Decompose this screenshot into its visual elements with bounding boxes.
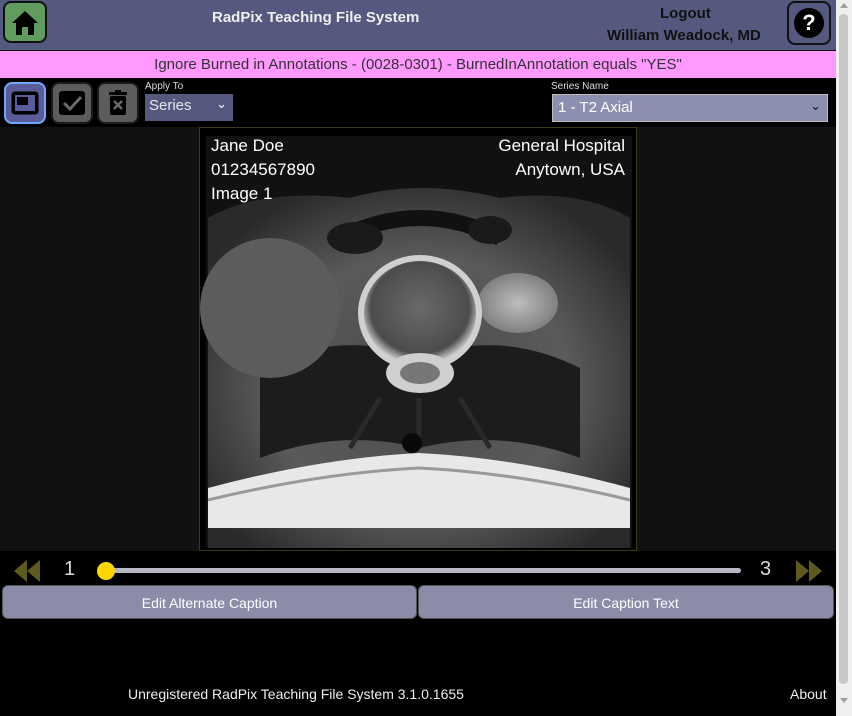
svg-text:?: ? (802, 10, 815, 35)
image-slider-row: 1 3 (0, 552, 836, 586)
institution-name: General Hospital (498, 136, 625, 155)
apply-to-value: Series (149, 97, 192, 114)
delete-tool-button[interactable] (97, 82, 139, 124)
series-name-select[interactable]: 1 - T2 Axial ⌄ (552, 94, 828, 122)
image-number: Image 1 (211, 184, 273, 203)
check-icon (59, 91, 85, 115)
check-tool-button[interactable] (51, 82, 93, 124)
patient-name: Jane Doe (211, 136, 284, 155)
image-slider-thumb[interactable] (97, 562, 115, 580)
patient-overlay: Jane Doe 01234567890 Image 1 (211, 134, 315, 206)
institution-overlay: General Hospital Anytown, USA (498, 134, 625, 182)
app-title: RadPix Teaching File System (212, 9, 420, 26)
user-name: William Weadock, MD (607, 27, 761, 44)
edit-caption-text-button[interactable]: Edit Caption Text (418, 585, 834, 619)
annotation-banner: Ignore Burned in Annotations - (0028-030… (0, 51, 836, 78)
page-scrollbar[interactable] (836, 0, 852, 716)
image-slider-track[interactable] (100, 568, 741, 573)
image-viewer: Jane Doe 01234567890 Image 1 General Hos… (0, 127, 836, 551)
chevron-down-icon: ⌄ (810, 98, 821, 113)
header-bar: RadPix Teaching File System Logout Willi… (0, 0, 836, 50)
slider-min-label: 1 (64, 558, 76, 580)
apply-to-label: Apply To (145, 81, 184, 92)
scroll-down-icon[interactable] (840, 698, 848, 703)
institution-location: Anytown, USA (515, 160, 625, 179)
series-name-label: Series Name (551, 81, 609, 92)
frame-icon (11, 91, 39, 115)
first-image-icon[interactable] (14, 560, 40, 582)
last-image-icon[interactable] (796, 560, 822, 582)
patient-id: 01234567890 (211, 160, 316, 179)
series-name-value: 1 - T2 Axial (558, 99, 633, 116)
app-frame: RadPix Teaching File System Logout Willi… (0, 0, 836, 716)
slider-max-label: 3 (760, 558, 772, 580)
apply-to-select[interactable]: Series ⌄ (145, 94, 233, 121)
help-button[interactable]: ? (787, 1, 831, 45)
delete-icon (109, 90, 127, 115)
about-link[interactable]: About (790, 686, 827, 702)
scroll-up-icon[interactable] (840, 3, 848, 8)
frame-tool-button[interactable] (4, 82, 46, 124)
chevron-down-icon: ⌄ (216, 96, 227, 111)
edit-alternate-caption-button[interactable]: Edit Alternate Caption (2, 585, 417, 619)
help-icon: ? (794, 8, 824, 38)
home-icon (12, 11, 38, 35)
scrollbar-thumb[interactable] (839, 14, 848, 684)
home-button[interactable] (3, 1, 47, 43)
logout-link[interactable]: Logout (660, 5, 711, 22)
version-text: Unregistered RadPix Teaching File System… (128, 686, 464, 702)
mri-image[interactable]: Jane Doe 01234567890 Image 1 General Hos… (199, 127, 637, 551)
